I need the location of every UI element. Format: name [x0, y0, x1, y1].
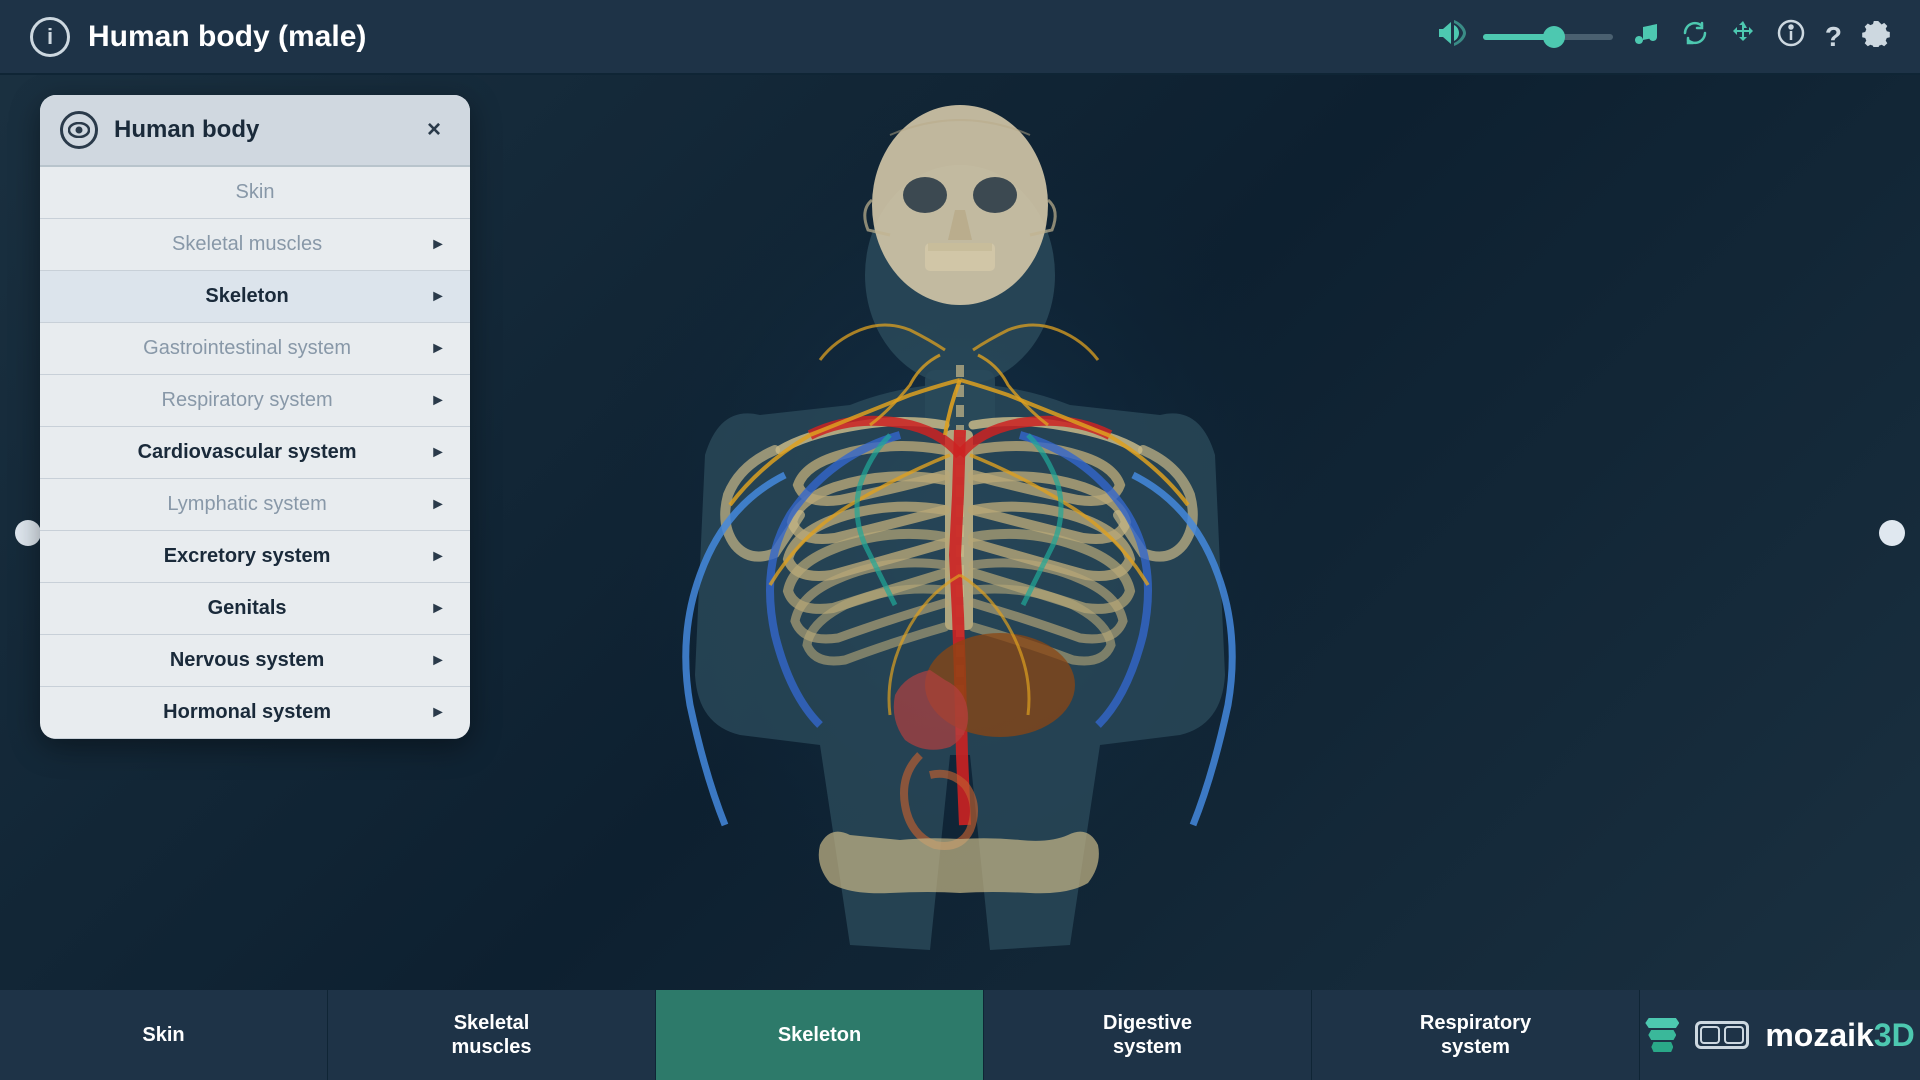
tab-digestive-label: Digestive system: [1103, 1011, 1192, 1059]
eye-icon: [60, 111, 98, 149]
vr-lens-right: [1724, 1026, 1744, 1044]
app-title: Human body (male): [88, 20, 366, 54]
tab-skeleton-label: Skeleton: [778, 1023, 861, 1047]
vr-goggles-icon[interactable]: [1695, 1021, 1749, 1049]
info-circle-icon[interactable]: i: [30, 17, 70, 57]
tab-skeleton[interactable]: Skeleton: [656, 990, 984, 1080]
sidebar-item-hormonal-label: Hormonal system: [64, 701, 430, 724]
volume-icon: [1439, 19, 1473, 54]
chevron-icon: ►: [430, 392, 446, 410]
header: i Human body (male): [0, 0, 1920, 75]
chevron-icon: ►: [430, 704, 446, 722]
sidebar-item-cardiovascular-label: Cardiovascular system: [64, 441, 430, 464]
sidebar-item-respiratory-label: Respiratory system: [64, 389, 430, 412]
info-icon[interactable]: [1777, 19, 1805, 54]
chevron-icon: ►: [430, 496, 446, 514]
chevron-icon: ►: [430, 444, 446, 462]
sidebar-item-skeleton[interactable]: Skeleton ►: [40, 271, 470, 323]
volume-control[interactable]: [1439, 19, 1613, 54]
right-nav-dot[interactable]: [1879, 520, 1905, 546]
sidebar-item-skin-label: Skin: [64, 181, 446, 204]
sidebar-item-gastrointestinal[interactable]: Gastrointestinal system ►: [40, 323, 470, 375]
header-title-area: i Human body (male): [30, 17, 366, 57]
sidebar-item-skeletal-muscles-label: Skeletal muscles: [64, 233, 430, 256]
sidebar-item-genitals-label: Genitals: [64, 597, 430, 620]
chevron-icon: ►: [430, 652, 446, 670]
tab-skeletal-muscles[interactable]: Skeletal muscles: [328, 990, 656, 1080]
sidebar-item-hormonal[interactable]: Hormonal system ►: [40, 687, 470, 739]
chevron-icon: ►: [430, 340, 446, 358]
sidebar-item-skeletal-muscles[interactable]: Skeletal muscles ►: [40, 219, 470, 271]
sidebar-item-lymphatic-label: Lymphatic system: [64, 493, 430, 516]
tab-skin-label: Skin: [142, 1023, 184, 1047]
volume-thumb[interactable]: [1543, 26, 1565, 48]
sidebar-close-button[interactable]: ×: [418, 114, 450, 146]
left-nav-dot[interactable]: [15, 520, 41, 546]
sidebar-item-gastrointestinal-label: Gastrointestinal system: [64, 337, 430, 360]
sidebar-item-excretory-label: Excretory system: [64, 545, 430, 568]
sidebar-panel: Human body × Skin Skeletal muscles ► Ske…: [40, 95, 470, 739]
sidebar-header: Human body ×: [40, 95, 470, 167]
sidebar-item-nervous-label: Nervous system: [64, 649, 430, 672]
sidebar-item-genitals[interactable]: Genitals ►: [40, 583, 470, 635]
body-illustration: [510, 75, 1410, 990]
settings-icon[interactable]: [1862, 19, 1890, 54]
chevron-icon: ►: [430, 288, 446, 306]
tab-respiratory[interactable]: Respiratory system: [1312, 990, 1640, 1080]
volume-track[interactable]: [1483, 34, 1613, 40]
mozaik-logo-layers: [1645, 1018, 1679, 1052]
move-icon[interactable]: [1729, 19, 1757, 54]
sidebar-item-nervous[interactable]: Nervous system ►: [40, 635, 470, 687]
bottom-branding: mozaik3D: [1640, 990, 1920, 1080]
refresh-icon[interactable]: [1681, 19, 1709, 54]
sidebar-item-cardiovascular[interactable]: Cardiovascular system ►: [40, 427, 470, 479]
mozaik3d-logo: mozaik3D: [1765, 1017, 1914, 1054]
chevron-icon: ►: [430, 548, 446, 566]
layer-top: [1645, 1018, 1679, 1028]
chevron-icon: ►: [430, 236, 446, 254]
sidebar-item-respiratory[interactable]: Respiratory system ►: [40, 375, 470, 427]
sidebar-item-skeleton-label: Skeleton: [64, 285, 430, 308]
bottom-navigation: Skin Skeletal muscles Skeleton Digestive…: [0, 990, 1920, 1080]
tab-digestive[interactable]: Digestive system: [984, 990, 1312, 1080]
main-content: Human body × Skin Skeletal muscles ► Ske…: [0, 75, 1920, 990]
vr-lens-left: [1700, 1026, 1720, 1044]
help-icon[interactable]: ?: [1825, 21, 1842, 53]
sidebar-title: Human body: [114, 116, 402, 144]
music-icon[interactable]: [1633, 19, 1661, 54]
tab-skin[interactable]: Skin: [0, 990, 328, 1080]
layer-mid: [1648, 1030, 1676, 1040]
sidebar-item-excretory[interactable]: Excretory system ►: [40, 531, 470, 583]
tab-skeletal-muscles-label: Skeletal muscles: [451, 1011, 531, 1059]
layer-bot: [1651, 1042, 1673, 1052]
mozaik-3d-suffix: 3D: [1874, 1017, 1915, 1053]
chevron-icon: ►: [430, 600, 446, 618]
tab-respiratory-label: Respiratory system: [1420, 1011, 1531, 1059]
header-controls: ?: [1439, 19, 1890, 54]
sidebar-item-skin[interactable]: Skin: [40, 167, 470, 219]
sidebar-item-lymphatic[interactable]: Lymphatic system ►: [40, 479, 470, 531]
